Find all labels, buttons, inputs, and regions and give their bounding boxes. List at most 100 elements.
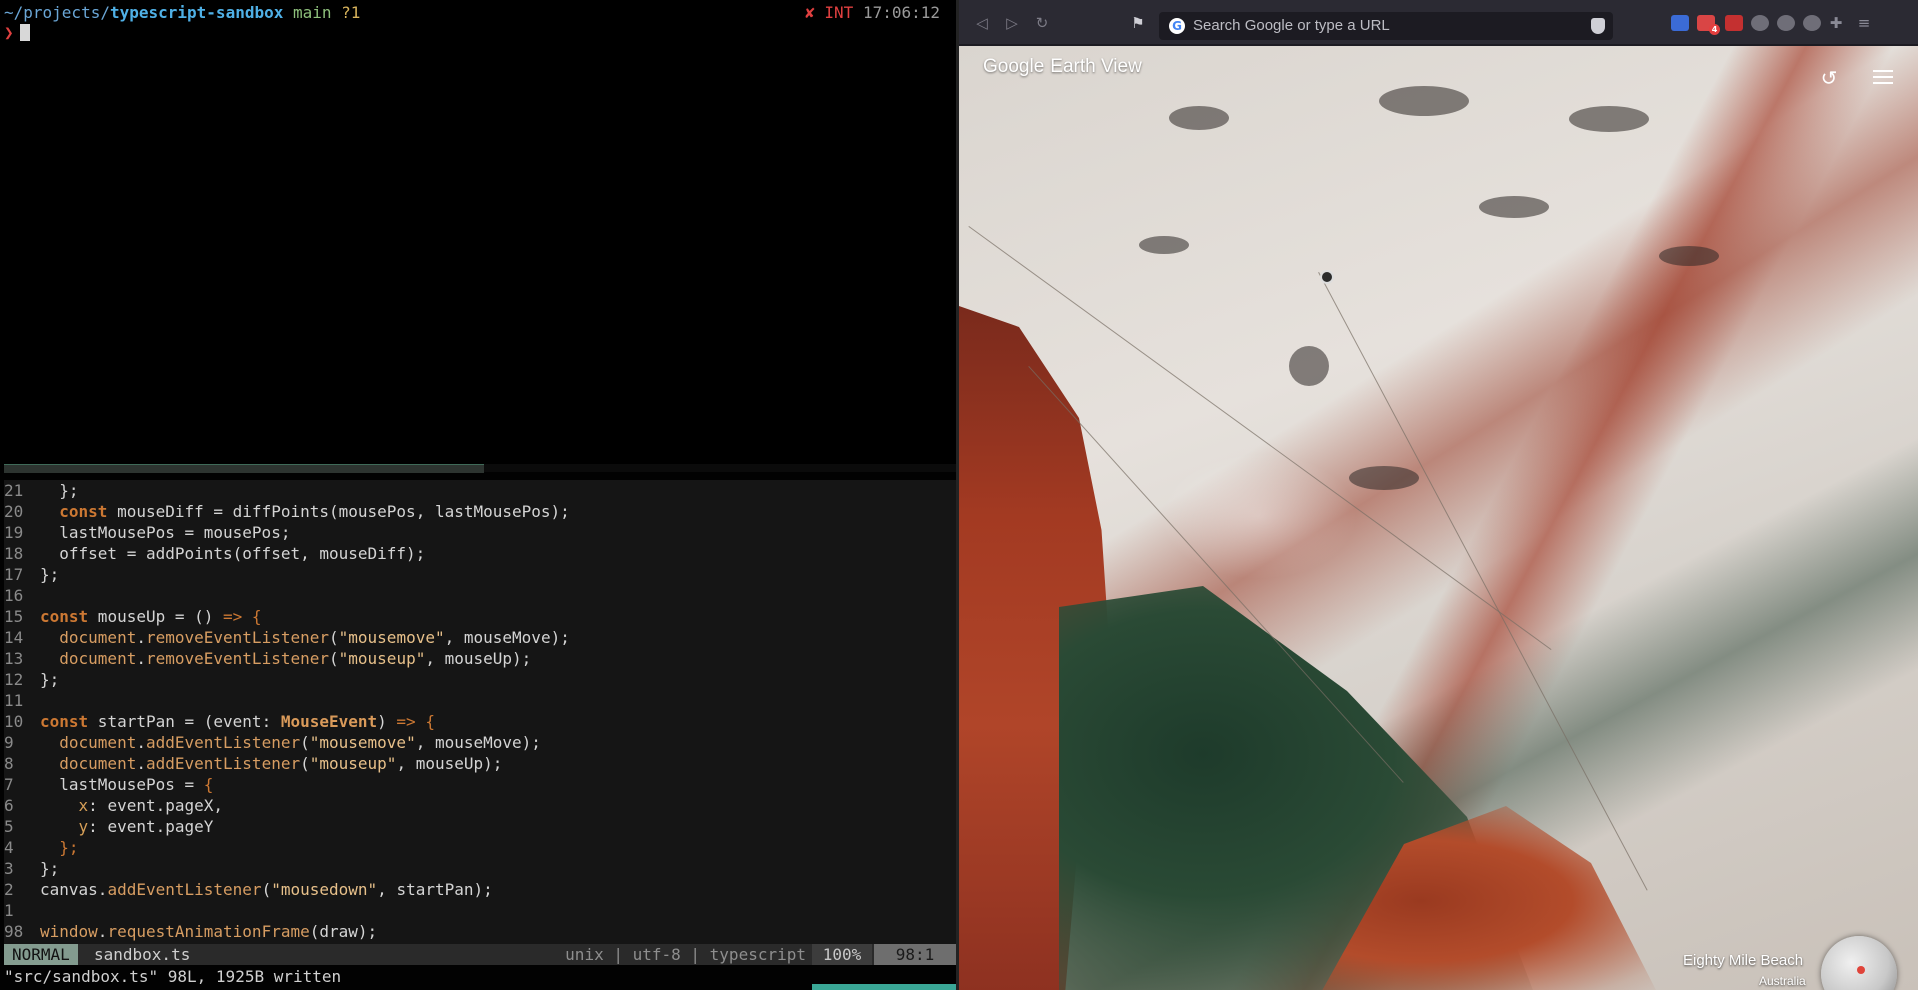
code-token: {	[203, 775, 214, 794]
code-token: .	[136, 754, 146, 773]
line-number: 2	[4, 880, 14, 899]
text-cursor	[19, 24, 30, 41]
code-line[interactable]: 12};	[4, 669, 956, 690]
code-token: document	[59, 649, 137, 668]
terrain-speck	[1569, 106, 1649, 132]
code-line[interactable]: 19 lastMousePos = mousePos;	[4, 522, 956, 543]
code-line[interactable]: 4 };	[4, 837, 956, 858]
code-token: window	[40, 922, 98, 941]
code-token: .	[136, 733, 146, 752]
mail-extension-icon[interactable]: 4	[1697, 15, 1720, 35]
code-token: addEventListener	[145, 733, 301, 752]
code-line[interactable]: 16	[4, 585, 956, 606]
code-line[interactable]: 21 };	[4, 480, 956, 501]
line-number: 19	[4, 523, 24, 542]
code-token: };	[40, 565, 60, 584]
code-line[interactable]: 17};	[4, 564, 956, 585]
pane-split-bar[interactable]	[4, 464, 956, 473]
code-line[interactable]: 2 canvas.addEventListener("mousedown", st…	[4, 879, 956, 900]
browser-toolbar: ◁ ▷ ↻ ⚑ G Search Google or type a URL 4 …	[959, 0, 1918, 46]
code-token: y	[78, 817, 89, 836]
code-token: .	[136, 649, 146, 668]
code-token: addEventListener	[107, 880, 262, 899]
pocket-extension-icon[interactable]	[1751, 15, 1769, 31]
code-line[interactable]: 6 x: event.pageX,	[4, 795, 956, 816]
brave-shield-icon[interactable]	[1591, 18, 1605, 34]
code-token: removeEventListener	[145, 649, 329, 668]
code-token: x	[78, 796, 89, 815]
code-line[interactable]: 1	[4, 900, 956, 921]
terrain-speck	[1379, 86, 1469, 116]
code-token: : event.pageX,	[88, 796, 224, 815]
vim-cmdline[interactable]: "src/sandbox.ts" 98L, 1925B written	[4, 966, 341, 987]
code-token: };	[40, 481, 79, 500]
place-country: Australia	[1759, 974, 1806, 988]
line-number: 1	[4, 901, 14, 920]
terrain-speck	[1479, 196, 1549, 218]
earth-view-logo[interactable]: Google Earth View	[983, 54, 1142, 80]
url-bar[interactable]: G Search Google or type a URL	[1159, 12, 1613, 40]
app-menu-icon[interactable]: ≡	[1855, 14, 1873, 32]
code-token: const	[40, 712, 89, 731]
error-mark-icon: ✘	[805, 3, 815, 22]
code-token: lastMousePos = mousePos;	[40, 523, 291, 542]
code-line[interactable]: 20 const mouseDiff = diffPoints(mousePos…	[4, 501, 956, 522]
forward-arrow-icon[interactable]: ▷	[1003, 14, 1021, 32]
line-number: 8	[4, 754, 14, 773]
history-icon[interactable]: ↺	[1817, 66, 1841, 90]
code-line[interactable]: 7 lastMousePos = {	[4, 774, 956, 795]
compass-extension-icon[interactable]	[1777, 15, 1795, 31]
code-line[interactable]: 13 document.removeEventListener("mouseup…	[4, 648, 956, 669]
mail-badge: 4	[1709, 24, 1720, 35]
code-token: , mouseUp);	[396, 754, 503, 773]
line-number: 10	[4, 712, 24, 731]
place-name[interactable]: Eighty Mile Beach	[1683, 952, 1803, 970]
google-g-icon: G	[1169, 18, 1185, 34]
code-line[interactable]: 11	[4, 690, 956, 711]
code-line[interactable]: 18 offset = addPoints(offset, mouseDiff)…	[4, 543, 956, 564]
reload-icon[interactable]: ↻	[1033, 14, 1051, 32]
code-line[interactable]: 9 document.addEventListener("mousemove",…	[4, 732, 956, 753]
prompt-input-line[interactable]: ❯	[4, 22, 30, 43]
shell-pane[interactable]: ~/projects/typescript-sandbox main ?1 ✘ …	[0, 0, 956, 470]
hamburger-menu-icon[interactable]	[1873, 70, 1893, 86]
map-location-marker	[1320, 270, 1334, 284]
globe-icon[interactable]	[1821, 936, 1897, 990]
bitwarden-extension-icon[interactable]	[1671, 15, 1689, 31]
line-number: 20	[4, 502, 24, 521]
line-number: 7	[4, 775, 14, 794]
code-token: , mouseMove);	[415, 733, 541, 752]
vim-statusline: NORMAL sandbox.ts unix | utf-8 | typescr…	[4, 944, 956, 965]
line-number: 16	[4, 586, 24, 605]
code-token: , mouseMove);	[444, 628, 570, 647]
code-token: requestAnimationFrame	[107, 922, 310, 941]
line-number: 4	[4, 838, 14, 857]
code-line[interactable]: 5 y: event.pageY	[4, 816, 956, 837]
back-arrow-icon[interactable]: ◁	[973, 14, 991, 32]
line-number: 15	[4, 607, 24, 626]
line-number: 14	[4, 628, 24, 647]
code-line[interactable]: 8 document.addEventListener("mouseup", m…	[4, 753, 956, 774]
vim-filename: sandbox.ts	[94, 945, 191, 964]
prompt-path-prefix: ~/projects/	[4, 3, 110, 22]
code-token: (	[329, 649, 339, 668]
code-line[interactable]: 15 const mouseUp = () => {	[4, 606, 956, 627]
tmux-activity-bar	[812, 984, 956, 990]
code-token: .	[97, 880, 108, 899]
code-line[interactable]: 10 const startPan = (event: MouseEvent) =…	[4, 711, 956, 732]
code-line[interactable]: 3};	[4, 858, 956, 879]
lastpass-extension-icon[interactable]	[1725, 15, 1743, 31]
vim-cursor-position: 98:1	[874, 944, 956, 965]
code-line[interactable]: 14 document.removeEventListener("mousemo…	[4, 627, 956, 648]
puzzle-extensions-icon[interactable]: ✚	[1827, 14, 1845, 32]
code-token: , mouseUp);	[425, 649, 532, 668]
react-devtools-icon[interactable]	[1803, 15, 1821, 31]
code-line[interactable]: 98 window.requestAnimationFrame(draw);	[4, 921, 956, 942]
vim-fileinfo: unix | utf-8 | typescript	[565, 945, 806, 964]
bookmark-icon[interactable]: ⚑	[1129, 14, 1147, 32]
prompt-signal: INT	[824, 3, 854, 22]
terrain-speck	[1289, 346, 1329, 386]
vim-editor[interactable]: 21 }; 20 const mouseDiff = diffPoints(mou…	[4, 480, 956, 944]
